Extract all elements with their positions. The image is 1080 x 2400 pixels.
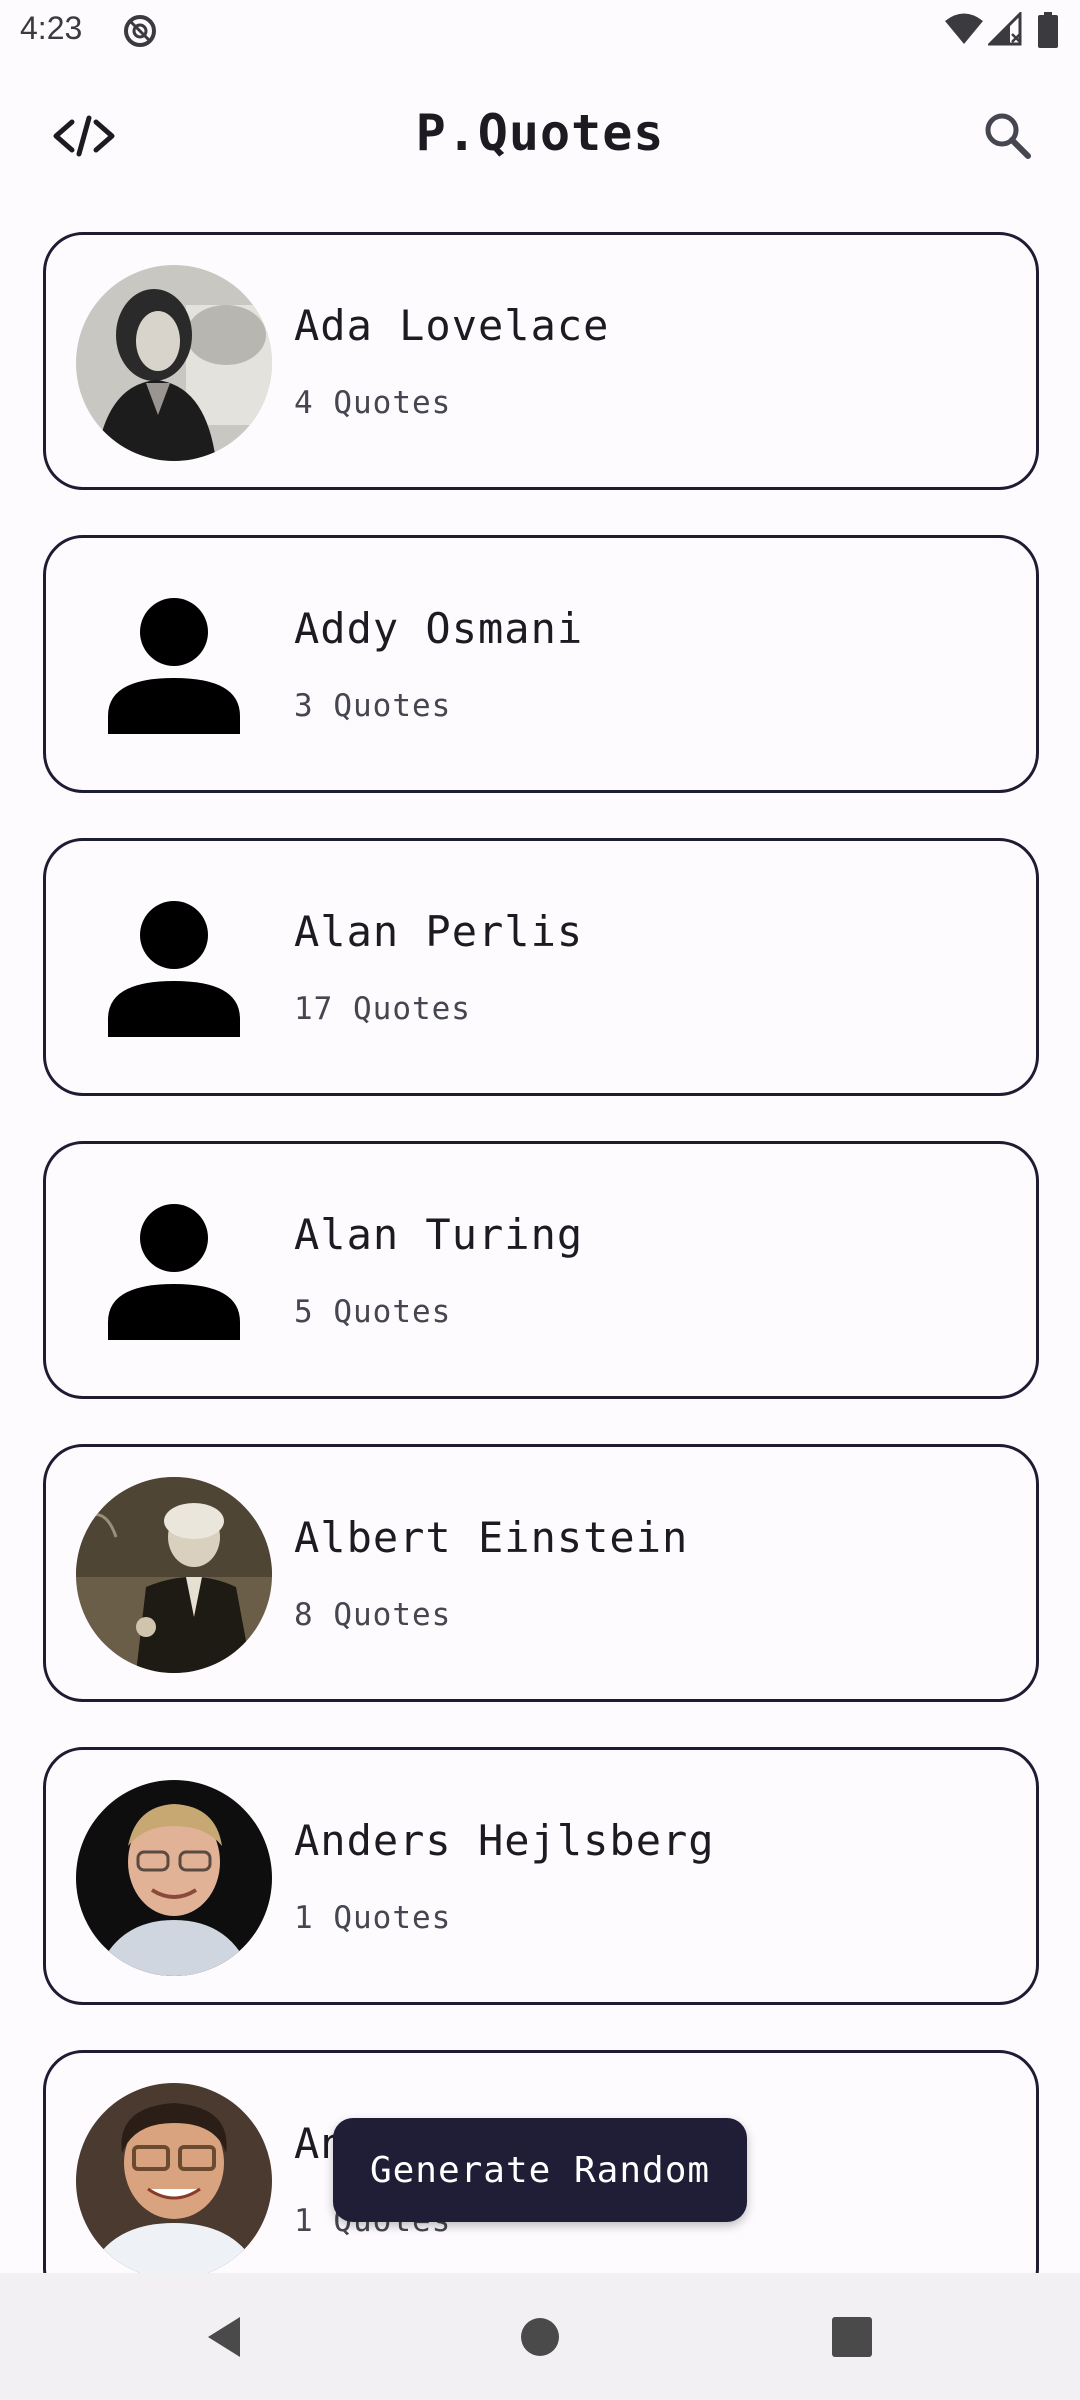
home-icon[interactable] <box>518 2315 562 2359</box>
portrait-image <box>76 265 272 461</box>
search-icon <box>985 113 1031 159</box>
portrait-image <box>76 2083 272 2273</box>
system-navigation-bar <box>0 2273 1080 2400</box>
top-app-bar: P.Quotes <box>0 80 1080 192</box>
author-card[interactable]: Addy Osmani 3 Quotes <box>43 535 1039 793</box>
quote-count: 4 Quotes <box>294 385 452 421</box>
portrait-image <box>76 1780 272 1976</box>
status-time: 4:23 <box>20 10 83 46</box>
author-avatar-placeholder <box>76 568 272 764</box>
generate-random-button[interactable]: Generate Random <box>333 2118 747 2222</box>
quote-count: 17 Quotes <box>294 991 471 1027</box>
author-name: Alan Perlis <box>294 907 584 956</box>
do-not-disturb-icon <box>124 15 156 47</box>
author-avatar-photo <box>76 265 272 461</box>
author-list[interactable]: Ada Lovelace 4 Quotes Addy Osmani 3 Quot… <box>0 210 1080 2273</box>
quote-count: 1 Quotes <box>294 1900 452 1936</box>
author-name: Albert Einstein <box>294 1513 689 1562</box>
author-card[interactable]: Alan Perlis 17 Quotes <box>43 838 1039 1096</box>
portrait-image <box>76 1477 272 1673</box>
author-name: Addy Osmani <box>294 604 584 653</box>
author-card[interactable]: Ada Lovelace 4 Quotes <box>43 232 1039 490</box>
author-name: Alan Turing <box>294 1210 584 1259</box>
author-name: Ada Lovelace <box>294 301 610 350</box>
author-avatar-placeholder <box>76 1174 272 1370</box>
author-name: Anders Hejlsberg <box>294 1816 715 1865</box>
person-placeholder-icon <box>108 901 240 1037</box>
quote-count: 3 Quotes <box>294 688 452 724</box>
recents-icon[interactable] <box>830 2315 874 2359</box>
search-button[interactable] <box>968 104 1048 168</box>
back-icon[interactable] <box>200 2313 248 2361</box>
author-avatar-placeholder <box>76 871 272 1067</box>
author-card[interactable]: Alan Turing 5 Quotes <box>43 1141 1039 1399</box>
wifi-icon <box>945 13 983 44</box>
quote-count: 8 Quotes <box>294 1597 452 1633</box>
app-screen: 4:23 P.Quotes Ada Lovelace 4 Quotes Addy… <box>0 0 1080 2400</box>
signal-icon <box>988 12 1022 46</box>
status-bar: 4:23 <box>0 0 1080 64</box>
author-avatar-photo <box>76 1780 272 1976</box>
battery-icon <box>1038 12 1058 48</box>
person-placeholder-icon <box>108 1204 240 1340</box>
author-avatar-photo <box>76 2083 272 2273</box>
person-placeholder-icon <box>108 598 240 734</box>
author-card[interactable]: Albert Einstein 8 Quotes <box>43 1444 1039 1702</box>
quote-count: 5 Quotes <box>294 1294 452 1330</box>
author-avatar-photo <box>76 1477 272 1673</box>
author-card[interactable]: Anders Hejlsberg 1 Quotes <box>43 1747 1039 2005</box>
app-title: P.Quotes <box>415 104 665 162</box>
